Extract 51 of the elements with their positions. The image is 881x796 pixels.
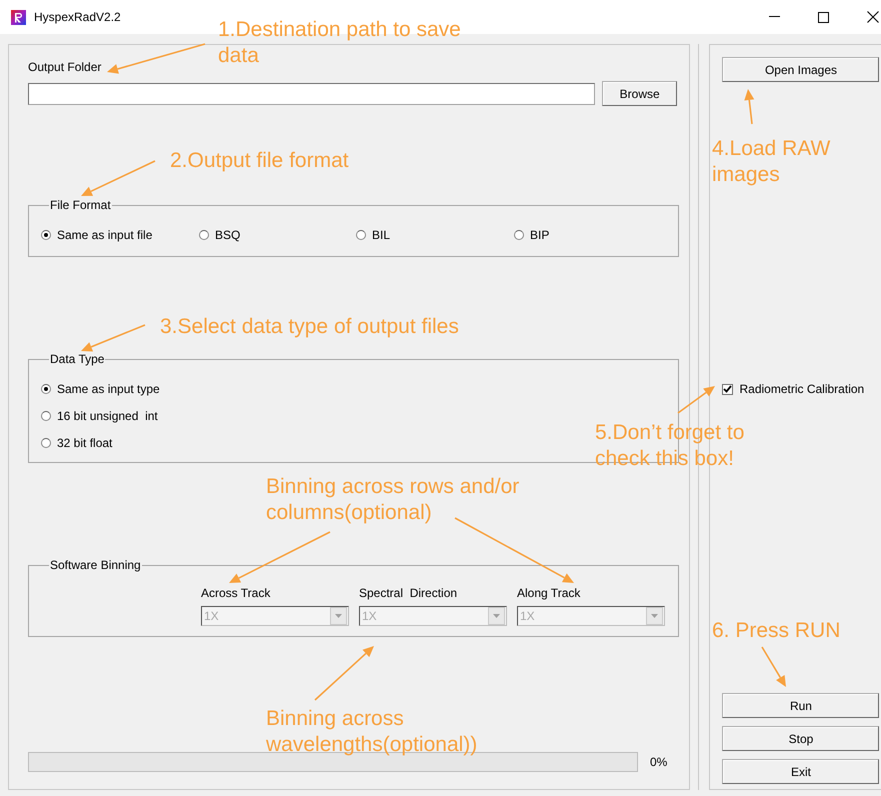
radio-button[interactable] (514, 230, 524, 240)
radio-button[interactable] (356, 230, 366, 240)
arrow (678, 386, 715, 414)
action-button[interactable]: Run (722, 693, 880, 718)
checkbox[interactable] (722, 384, 734, 394)
binning-label: Along Track (517, 586, 582, 600)
browse-button[interactable]: Browse (602, 81, 677, 106)
check-icon (723, 385, 732, 393)
action-button[interactable]: Stop (722, 726, 880, 751)
annotation-text: 6. Press RUN (712, 618, 842, 644)
radiometric-calibration-label: Radiometric Calibration (739, 382, 864, 396)
close-icon[interactable] (867, 11, 879, 23)
arrow (314, 646, 374, 701)
radio-option[interactable]: 16 bit unsigned int (41, 409, 666, 423)
caret-icon (651, 614, 658, 618)
radio-button[interactable] (41, 438, 51, 448)
progress-percent: 0% (650, 755, 668, 769)
window-title: HyspexRadV2.2 (34, 10, 121, 24)
caret-icon (335, 614, 342, 618)
radio-option[interactable]: Same as input type (41, 382, 666, 396)
binning-label: Across Track (201, 586, 272, 600)
minimize-icon[interactable] (769, 16, 780, 18)
group-title: File Format (49, 198, 112, 212)
annotation-text: Binning across rows and/or columns(optional) (266, 474, 520, 526)
caret-icon (493, 614, 500, 618)
group-title: Software Binning (49, 558, 142, 572)
radio-button[interactable] (41, 230, 51, 240)
annotation-text: 5.Don’t forget to check this box! (595, 420, 746, 472)
radio-option[interactable]: BIP (514, 228, 664, 242)
binning-label: Spectral Direction (359, 586, 458, 600)
annotation-text: 3.Select data type of output files (160, 314, 460, 340)
open-images-button[interactable]: Open Images (722, 57, 880, 82)
output-folder-label: Output Folder (28, 60, 102, 74)
radio-option[interactable]: BIL (356, 228, 514, 242)
app-logo-icon (11, 10, 26, 24)
annotation-text: Binning across wavelengths(optional)) (266, 706, 478, 758)
action-button[interactable]: Exit (722, 759, 880, 784)
radio-button[interactable] (41, 384, 51, 394)
annotation-text: 4.Load RAW images (712, 136, 832, 188)
arrow (761, 646, 786, 687)
arrow (744, 89, 754, 124)
radio-option[interactable]: Same as input file (41, 228, 199, 242)
output-folder-field[interactable] (28, 82, 596, 104)
annotation-text: 1.Destination path to save data (218, 17, 462, 69)
radio-option[interactable]: BSQ (199, 228, 356, 242)
radio-button[interactable] (199, 230, 209, 240)
arrow (81, 324, 146, 352)
annotation-text: 2.Output file format (170, 148, 350, 174)
radio-button[interactable] (41, 411, 51, 421)
group-title: Data Type (49, 352, 106, 366)
maximize-icon[interactable] (818, 12, 829, 22)
